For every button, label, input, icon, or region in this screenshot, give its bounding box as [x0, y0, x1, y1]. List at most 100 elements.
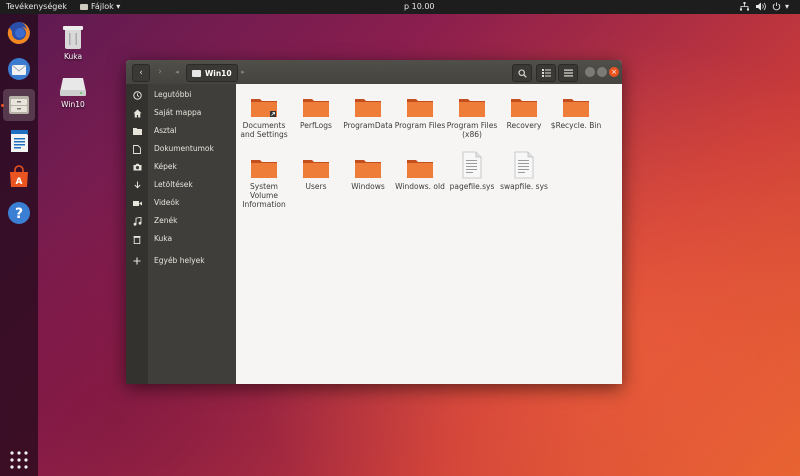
- maximize-button[interactable]: [597, 67, 607, 77]
- search-button[interactable]: [512, 64, 532, 82]
- dock: A ?: [0, 14, 38, 476]
- sidebar-item-videos[interactable]: Videók: [126, 194, 236, 212]
- file-item[interactable]: Documents and Settings: [238, 92, 290, 139]
- file-item[interactable]: Program Files (x86): [446, 92, 498, 139]
- close-button[interactable]: ×: [609, 67, 619, 77]
- file-cabinet-icon: [9, 96, 29, 114]
- file-item[interactable]: Users: [290, 153, 342, 191]
- file-item[interactable]: Recovery: [498, 92, 550, 130]
- sidebar-item-trash[interactable]: Kuka: [126, 230, 236, 248]
- desktop-win10-label: Win10: [61, 100, 85, 109]
- sidebar-item-recent[interactable]: Legutóbbi: [126, 86, 236, 104]
- music-icon: [132, 216, 142, 226]
- folder-icon: [407, 99, 433, 117]
- network-icon[interactable]: [740, 2, 749, 14]
- svg-text:A: A: [16, 177, 23, 187]
- file-name: Program Files (x86): [446, 121, 498, 139]
- folder-icon: [459, 99, 485, 117]
- trash-icon: [132, 234, 142, 244]
- sidebar-item-home[interactable]: Saját mappa: [126, 104, 236, 122]
- sidebar-item-label: Saját mappa: [154, 108, 202, 117]
- sidebar-item-documents[interactable]: Dokumentumok: [126, 140, 236, 158]
- sidebar-item-music[interactable]: Zenék: [126, 212, 236, 230]
- help-icon: ?: [8, 202, 30, 224]
- sidebar-item-pictures[interactable]: Képek: [126, 158, 236, 176]
- dock-files[interactable]: [3, 89, 35, 121]
- download-icon: [132, 180, 142, 190]
- power-icon[interactable]: [772, 2, 781, 14]
- file-item[interactable]: System Volume Information: [238, 153, 290, 209]
- sidebar-item-desktop[interactable]: Asztal: [126, 122, 236, 140]
- path-scroll-left-button[interactable]: ◂: [172, 64, 182, 80]
- dock-writer[interactable]: [3, 125, 35, 157]
- back-button[interactable]: ‹: [132, 64, 150, 82]
- folder-icon: [303, 160, 329, 178]
- system-menu-arrow-icon[interactable]: ▾: [785, 2, 789, 12]
- dock-thunderbird[interactable]: [3, 53, 35, 85]
- file-name: ProgramData: [343, 121, 393, 130]
- file-item[interactable]: $Recycle. Bin: [550, 92, 602, 130]
- folder-link-icon: [251, 99, 277, 117]
- file-name: PerfLogs: [300, 121, 332, 130]
- clock[interactable]: p 10.00: [404, 2, 435, 12]
- forward-button[interactable]: ›: [152, 64, 168, 80]
- file-grid: Documents and Settings PerfLogs ProgramD…: [236, 84, 622, 384]
- writer-document-icon: [11, 130, 28, 152]
- volume-icon[interactable]: [756, 2, 766, 14]
- file-name: Program Files: [394, 121, 446, 130]
- sidebar-item-label: Egyéb helyek: [154, 256, 205, 265]
- file-item[interactable]: Program Files: [394, 92, 446, 130]
- activities-button[interactable]: Tevékenységek: [6, 2, 67, 12]
- path-scroll-right-button[interactable]: ▸: [238, 64, 248, 80]
- file-name: pagefile.sys: [449, 182, 495, 191]
- dock-help[interactable]: ?: [3, 197, 35, 229]
- software-bag-icon: A: [10, 165, 28, 187]
- drive-icon: [60, 78, 86, 96]
- dock-firefox[interactable]: [3, 17, 35, 49]
- top-bar: Tevékenységek Fájlok ▾ p 10.00 ▾: [0, 0, 800, 14]
- sidebar-item-label: Legutóbbi: [154, 90, 192, 99]
- document-icon: [132, 144, 142, 154]
- desktop-trash-label: Kuka: [63, 52, 83, 61]
- sidebar-item-label: Letöltések: [154, 180, 193, 189]
- folder-icon: [407, 160, 433, 178]
- file-item[interactable]: Windows: [342, 153, 394, 191]
- sidebar-item-label: Képek: [154, 162, 177, 171]
- plus-icon: [132, 256, 142, 266]
- files-app-icon: [80, 4, 88, 10]
- file-name: swapfile. sys: [500, 182, 548, 191]
- breadcrumb-win10[interactable]: Win10: [186, 64, 238, 82]
- text-file-icon: [462, 151, 482, 179]
- sidebar-item-downloads[interactable]: Letöltések: [126, 176, 236, 194]
- app-menu-button[interactable]: Fájlok ▾: [80, 2, 120, 12]
- sidebar-item-label: Asztal: [154, 126, 177, 135]
- desktop-win10-drive[interactable]: Win10: [48, 76, 98, 109]
- file-item[interactable]: ProgramData: [342, 92, 394, 130]
- video-icon: [132, 198, 142, 208]
- folder-icon: [251, 160, 277, 178]
- svg-text:?: ?: [15, 206, 23, 222]
- text-file-icon: [514, 151, 534, 179]
- triangle-down-icon: ▾: [113, 2, 121, 11]
- file-item[interactable]: Windows. old: [394, 153, 446, 191]
- file-item[interactable]: PerfLogs: [290, 92, 342, 130]
- view-toggle-button[interactable]: [536, 64, 556, 82]
- file-item[interactable]: pagefile.sys: [446, 148, 498, 191]
- show-applications-button[interactable]: [9, 450, 29, 470]
- search-icon: [517, 68, 527, 78]
- sidebar-item-label: Zenék: [154, 216, 178, 225]
- sidebar-item-other-locations[interactable]: Egyéb helyek: [126, 252, 236, 270]
- file-name: $Recycle. Bin: [550, 121, 602, 130]
- triangle-right-icon: ▸: [241, 68, 245, 76]
- dock-active-indicator: [1, 104, 4, 107]
- desktop-trash[interactable]: Kuka: [48, 24, 98, 61]
- dock-software[interactable]: A: [3, 161, 35, 193]
- menu-button[interactable]: [558, 64, 578, 82]
- app-menu-label: Fájlok: [91, 2, 114, 11]
- file-name: Documents and Settings: [240, 121, 288, 139]
- file-item[interactable]: swapfile. sys: [498, 148, 550, 191]
- header-bar: ‹ › ◂ Win10 ▸ ×: [126, 60, 622, 84]
- minimize-button[interactable]: [585, 67, 595, 77]
- folder-icon: [355, 160, 381, 178]
- file-name: Users: [305, 182, 327, 191]
